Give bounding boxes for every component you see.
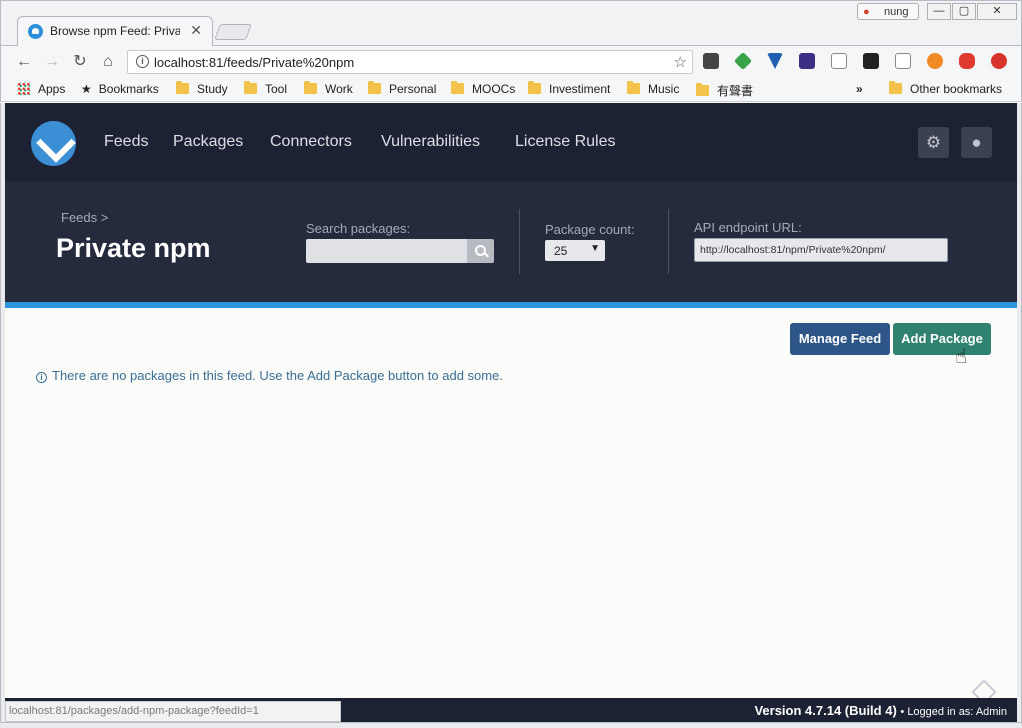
hand-cursor-icon: ☝ bbox=[955, 346, 968, 368]
new-tab-button[interactable] bbox=[214, 24, 252, 40]
opera-extension-icon[interactable] bbox=[959, 53, 975, 69]
version-info: Version 4.7.14 (Build 4) • Logged in as:… bbox=[754, 703, 1007, 718]
book-extension-icon[interactable] bbox=[895, 53, 911, 69]
bookmarks-overflow-button[interactable]: » bbox=[856, 82, 863, 96]
proget-favicon-icon bbox=[28, 24, 43, 39]
settings-gear-icon[interactable]: ⚙ bbox=[918, 127, 949, 158]
browser-titlebar: Browse npm Feed: Private npm ✕ ● nung — … bbox=[0, 0, 1022, 47]
profile-button[interactable]: ● nung bbox=[857, 3, 919, 20]
address-url: localhost:81/feeds/Private%20npm bbox=[154, 55, 355, 70]
proget-logo-icon[interactable] bbox=[31, 121, 76, 166]
bookmark-folder-audiobooks[interactable]: 有聲書 bbox=[696, 82, 753, 99]
app-navbar: Feeds Packages Connectors Vulnerabilitie… bbox=[5, 103, 1017, 181]
folder-icon bbox=[368, 81, 381, 94]
browser-status-url: localhost:81/packages/add-npm-package?fe… bbox=[5, 701, 341, 722]
site-info-icon[interactable]: i bbox=[136, 55, 149, 68]
close-window-button[interactable]: ✕ bbox=[977, 3, 1017, 20]
bookmark-folder-personal[interactable]: Personal bbox=[368, 81, 436, 96]
api-endpoint-url-field[interactable] bbox=[694, 238, 948, 262]
chevron-down-icon: ▼ bbox=[590, 243, 600, 254]
reload-icon[interactable]: ↻ bbox=[69, 51, 91, 73]
reader-extension-icon[interactable] bbox=[799, 53, 815, 69]
info-icon: i bbox=[36, 372, 47, 383]
bookmark-apps[interactable]: Apps bbox=[17, 82, 65, 96]
search-label: Search packages: bbox=[306, 221, 411, 236]
nav-vulnerabilities[interactable]: Vulnerabilities bbox=[381, 133, 480, 151]
star-icon: ★ bbox=[81, 82, 92, 96]
lifebuoy-extension-icon[interactable] bbox=[927, 53, 943, 69]
folder-icon bbox=[244, 81, 257, 94]
divider bbox=[668, 209, 669, 274]
empty-feed-notice: i There are no packages in this feed. Use… bbox=[36, 368, 503, 383]
package-count-value: 25 bbox=[554, 244, 568, 258]
window-frame-right bbox=[1017, 103, 1022, 722]
window-frame-bottom bbox=[0, 722, 1022, 728]
profile-icon: ● bbox=[863, 6, 870, 18]
browser-tab[interactable]: Browse npm Feed: Private npm ✕ bbox=[17, 16, 213, 47]
bookmarks-bar: Apps ★ Bookmarks Study Tool Work Personal… bbox=[0, 78, 1022, 102]
pocket-extension-icon[interactable] bbox=[703, 53, 719, 69]
version-text: Version 4.7.14 (Build 4) bbox=[754, 703, 897, 718]
divider bbox=[519, 209, 520, 274]
main-content: Manage Feed Add Package ☝ i There are no … bbox=[5, 308, 1017, 698]
minimize-button[interactable]: — bbox=[927, 3, 951, 20]
bookmark-folder-moocs[interactable]: MOOCs bbox=[451, 81, 515, 96]
api-endpoint-label: API endpoint URL: bbox=[694, 220, 802, 235]
app-footer: localhost:81/packages/add-npm-package?fe… bbox=[5, 698, 1017, 722]
breadcrumb-feeds[interactable]: Feeds > bbox=[61, 210, 108, 225]
upload-extension-icon[interactable] bbox=[991, 53, 1007, 69]
package-count-label: Package count: bbox=[545, 222, 635, 237]
folder-icon bbox=[451, 81, 464, 94]
tab-close-icon[interactable]: ✕ bbox=[190, 22, 202, 39]
folder-icon bbox=[528, 81, 541, 94]
bookmark-star-icon[interactable]: ☆ bbox=[674, 53, 687, 71]
package-count-select[interactable]: 25 ▼ bbox=[545, 240, 605, 261]
forward-arrow-icon[interactable]: → bbox=[41, 51, 63, 73]
nav-connectors[interactable]: Connectors bbox=[270, 133, 352, 151]
copy-extension-icon[interactable] bbox=[831, 53, 847, 69]
nav-packages[interactable]: Packages bbox=[173, 133, 243, 151]
folder-icon bbox=[627, 81, 640, 94]
bookmark-folder-tool[interactable]: Tool bbox=[244, 81, 287, 96]
nav-feeds[interactable]: Feeds bbox=[104, 133, 148, 151]
back-arrow-icon[interactable]: ← bbox=[13, 51, 35, 73]
bookmark-folder-study[interactable]: Study bbox=[176, 81, 228, 96]
search-icon[interactable] bbox=[467, 239, 494, 263]
feed-header: Feeds > Private npm Search packages: Pac… bbox=[5, 181, 1017, 302]
tab-title: Browse npm Feed: Private npm bbox=[50, 24, 180, 38]
folder-icon bbox=[176, 81, 189, 94]
page-title: Private npm bbox=[56, 233, 211, 263]
folder-icon bbox=[696, 83, 709, 96]
user-profile-icon[interactable]: ● bbox=[961, 127, 992, 158]
logged-in-text: • Logged in as: Admin bbox=[900, 706, 1007, 718]
search-packages-input[interactable] bbox=[306, 239, 467, 263]
bookmark-folder-work[interactable]: Work bbox=[304, 81, 353, 96]
folder-icon bbox=[889, 81, 902, 94]
maximize-button[interactable]: ▢ bbox=[952, 3, 976, 20]
bookmark-folder-investiment[interactable]: Investiment bbox=[528, 81, 610, 96]
player-extension-icon[interactable] bbox=[863, 53, 879, 69]
bookmark-bookmarks[interactable]: ★ Bookmarks bbox=[81, 82, 159, 96]
folder-icon bbox=[304, 81, 317, 94]
manage-feed-button[interactable]: Manage Feed bbox=[790, 323, 890, 355]
home-icon[interactable]: ⌂ bbox=[97, 51, 119, 73]
bookmark-folder-music[interactable]: Music bbox=[627, 81, 679, 96]
bookmark-other-bookmarks[interactable]: Other bookmarks bbox=[889, 81, 1002, 96]
empty-feed-message: There are no packages in this feed. Use … bbox=[52, 368, 503, 383]
address-bar[interactable]: i localhost:81/feeds/Private%20npm ☆ bbox=[127, 50, 693, 74]
nav-license-rules[interactable]: License Rules bbox=[515, 133, 616, 151]
add-package-button[interactable]: Add Package bbox=[893, 323, 991, 355]
apps-grid-icon bbox=[17, 82, 30, 95]
profile-name: nung bbox=[884, 6, 909, 18]
